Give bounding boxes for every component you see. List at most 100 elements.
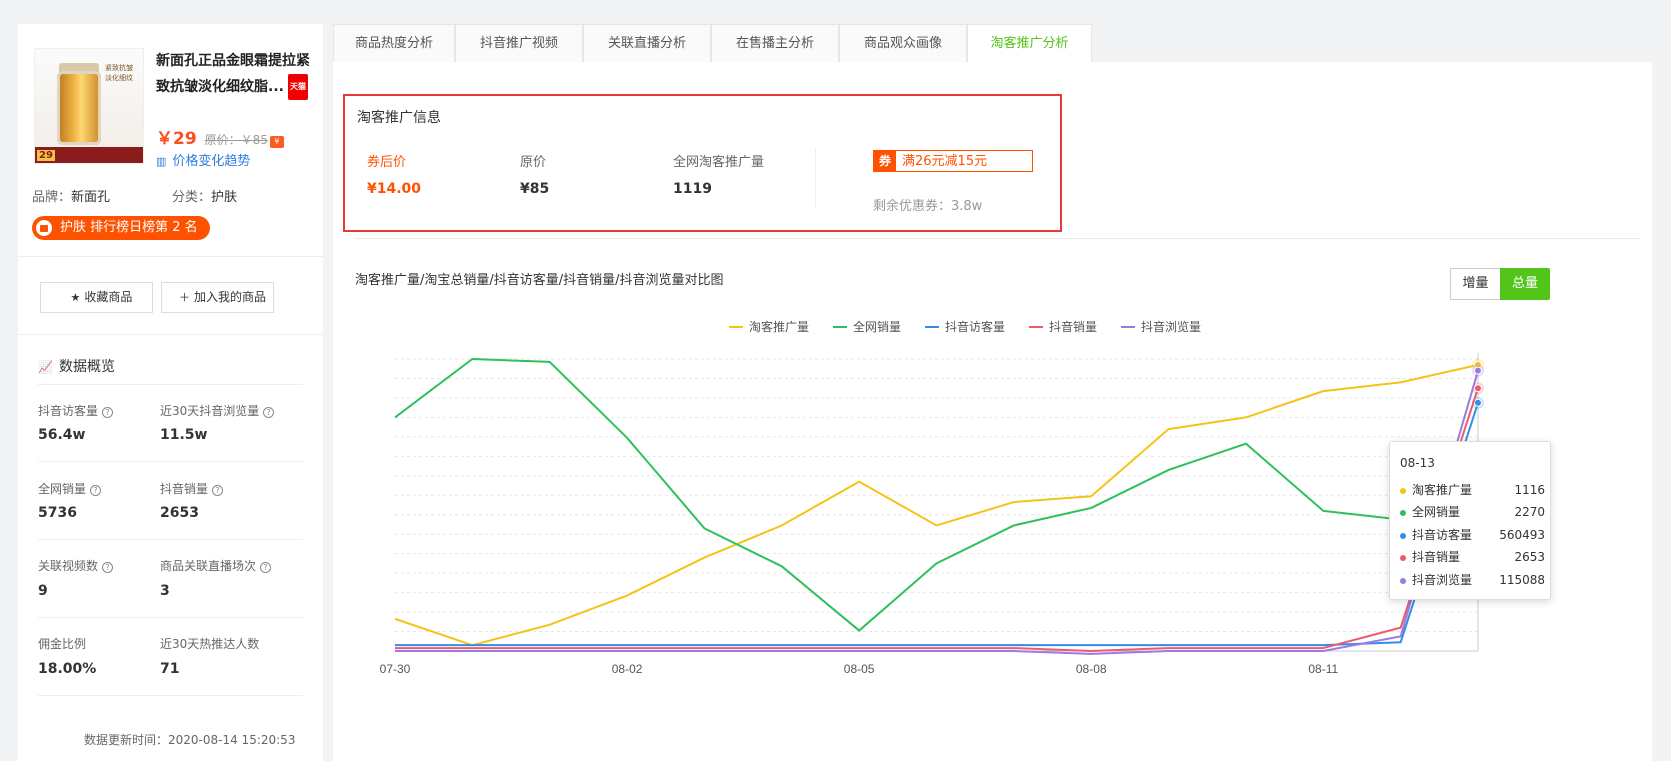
- help-icon[interactable]: ?: [90, 485, 102, 496]
- update-time: 数据更新时间：2020-08-14 15:20:53: [84, 733, 296, 747]
- brand-value: 新面孔: [71, 190, 111, 205]
- tooltip-series-name: 抖音销量: [1412, 550, 1461, 564]
- tab-audience-profile[interactable]: 商品观众画像: [839, 24, 967, 62]
- stat-label: 佣金比例: [38, 637, 87, 651]
- x-tick-label: 08-11: [1308, 662, 1338, 676]
- stat-value: 18.00%: [38, 661, 97, 677]
- data-point: [1474, 398, 1482, 407]
- x-tick-label: 08-02: [612, 662, 643, 676]
- stat-label: 近30天热推达人数: [160, 637, 260, 651]
- tooltip-row: 淘客推广量 1116: [1400, 480, 1545, 500]
- legend-dot-icon: [1400, 577, 1406, 584]
- product-image-badge: 29: [37, 150, 55, 161]
- stat-label: 全网销量?: [38, 480, 102, 497]
- add-to-my-products-button[interactable]: ＋加入我的商品: [161, 282, 274, 313]
- tmall-icon: 天猫: [287, 74, 308, 100]
- stat-value: 3: [160, 583, 170, 599]
- chart-icon: 📈: [38, 360, 53, 374]
- favorite-label: 收藏商品: [84, 290, 133, 304]
- product-title[interactable]: 新面孔正品金眼霜提拉紧致抗皱淡化细纹脂... 天猫: [156, 48, 318, 100]
- stat-value: 56.4w: [38, 427, 86, 443]
- stat-label: 抖音销量?: [160, 480, 224, 497]
- product-title-text: 新面孔正品金眼霜提拉紧致抗皱淡化细纹脂...: [156, 53, 310, 95]
- stat-label-text: 商品关联直播场次: [160, 559, 257, 573]
- divider: [38, 539, 303, 540]
- product-image[interactable]: 紧致抗皱 淡化细纹 29: [34, 48, 144, 164]
- price-trend-label: 价格变化趋势: [172, 154, 251, 169]
- legend-label: 抖音访客量: [945, 319, 1005, 334]
- tooltip-value: 560493: [1499, 528, 1545, 542]
- original-price: 原价：￥85: [204, 133, 268, 147]
- tooltip-row: 抖音销量 2653: [1400, 547, 1545, 567]
- stat-value: 2653: [160, 505, 199, 521]
- category-value: 护肤: [211, 190, 238, 205]
- tab-product-heat[interactable]: 商品热度分析: [333, 24, 455, 62]
- stat-label-text: 抖音访客量: [38, 404, 99, 418]
- star-icon: ★: [70, 291, 81, 304]
- divider: [18, 334, 323, 335]
- series-line: [395, 402, 1479, 647]
- tooltip-series-name: 抖音浏览量: [1412, 573, 1473, 587]
- divider: [38, 461, 303, 462]
- add-mine-label: 加入我的商品: [193, 290, 266, 304]
- stat-label: 近30天抖音浏览量?: [160, 402, 275, 419]
- trend-chart-icon: ▥: [156, 155, 167, 168]
- data-point: [1474, 366, 1482, 375]
- tooltip-row: 抖音浏览量 115088: [1400, 570, 1545, 590]
- tooltip-series-name: 抖音访客量: [1412, 528, 1473, 542]
- tooltip-date: 08-13: [1400, 456, 1435, 470]
- stat-label: 关联视频数?: [38, 557, 114, 574]
- rank-text: 护肤 排行榜日榜第 2 名: [60, 220, 198, 235]
- rank-badge[interactable]: 护肤 排行榜日榜第 2 名: [32, 216, 210, 240]
- chart-tooltip: 08-13 淘客推广量 1116 全网销量 2270 抖音访客量 560493 抖音销…: [1389, 441, 1551, 600]
- help-icon[interactable]: ?: [102, 407, 114, 418]
- legend-label: 淘客推广量: [749, 319, 809, 334]
- brand-label: 品牌：: [32, 190, 72, 205]
- help-icon[interactable]: ?: [260, 562, 272, 573]
- plus-icon: ＋: [178, 291, 190, 304]
- tooltip-value: 115088: [1499, 573, 1545, 587]
- stat-label-text: 关联视频数: [38, 559, 99, 573]
- help-icon[interactable]: ?: [263, 407, 275, 418]
- product-panel: 紧致抗皱 淡化细纹 29 新面孔正品金眼霜提拉紧致抗皱淡化细纹脂... 天猫 ￥2…: [18, 24, 323, 761]
- stat-label-text: 近30天抖音浏览量: [160, 404, 260, 418]
- overview-title-text: 数据概览: [58, 359, 115, 375]
- tooltip-value: 1116: [1514, 483, 1545, 497]
- stat-value: 11.5w: [160, 427, 208, 443]
- divider: [38, 617, 303, 618]
- category-info: 分类：护肤: [172, 186, 237, 205]
- category-label: 分类：: [172, 190, 212, 205]
- legend-dot-icon: [1400, 509, 1406, 516]
- tab-taoke-analysis[interactable]: 淘客推广分析: [967, 24, 1092, 62]
- product-image-text: 紧致抗皱 淡化细纹: [105, 64, 133, 82]
- legend-dot-icon: [1400, 487, 1406, 494]
- favorite-button[interactable]: ★ 收藏商品: [40, 282, 153, 313]
- legend-label: 抖音销量: [1049, 319, 1097, 334]
- legend-label: 全网销量: [853, 319, 901, 334]
- price-trend-link[interactable]: ▥ 价格变化趋势: [156, 150, 250, 169]
- tab-streamer-analysis[interactable]: 在售播主分析: [711, 24, 839, 62]
- divider: [18, 256, 323, 257]
- stat-label: 商品关联直播场次?: [160, 557, 272, 574]
- shopping-bag-icon: [36, 220, 52, 236]
- tab-live-analysis[interactable]: 关联直播分析: [583, 24, 711, 62]
- legend-dot-icon: [1400, 532, 1406, 539]
- tab-douyin-videos[interactable]: 抖音推广视频: [455, 24, 583, 62]
- tooltip-value: 2270: [1514, 505, 1545, 519]
- stat-label-text: 抖音销量: [160, 482, 209, 496]
- stat-value: 71: [160, 661, 180, 677]
- legend-dot-icon: [1400, 554, 1406, 561]
- divider: [38, 384, 303, 385]
- stat-value: 9: [38, 583, 48, 599]
- comparison-line-chart[interactable]: 07-30 08-02 08-05 08-08 08-11淘客推广量 全网销量 抖音访客量抖…: [333, 62, 1652, 761]
- series-line: [395, 370, 1479, 655]
- stat-label-text: 全网销量: [38, 482, 87, 496]
- legend-label: 抖音浏览量: [1141, 319, 1201, 334]
- x-tick-label: 08-08: [1076, 662, 1107, 676]
- tooltip-series-name: 淘客推广量: [1412, 483, 1473, 497]
- help-icon[interactable]: ?: [102, 562, 114, 573]
- x-tick-label: 08-05: [844, 662, 875, 676]
- stat-value: 5736: [38, 505, 77, 521]
- help-icon[interactable]: ?: [212, 485, 224, 496]
- tooltip-row: 全网销量 2270: [1400, 502, 1545, 522]
